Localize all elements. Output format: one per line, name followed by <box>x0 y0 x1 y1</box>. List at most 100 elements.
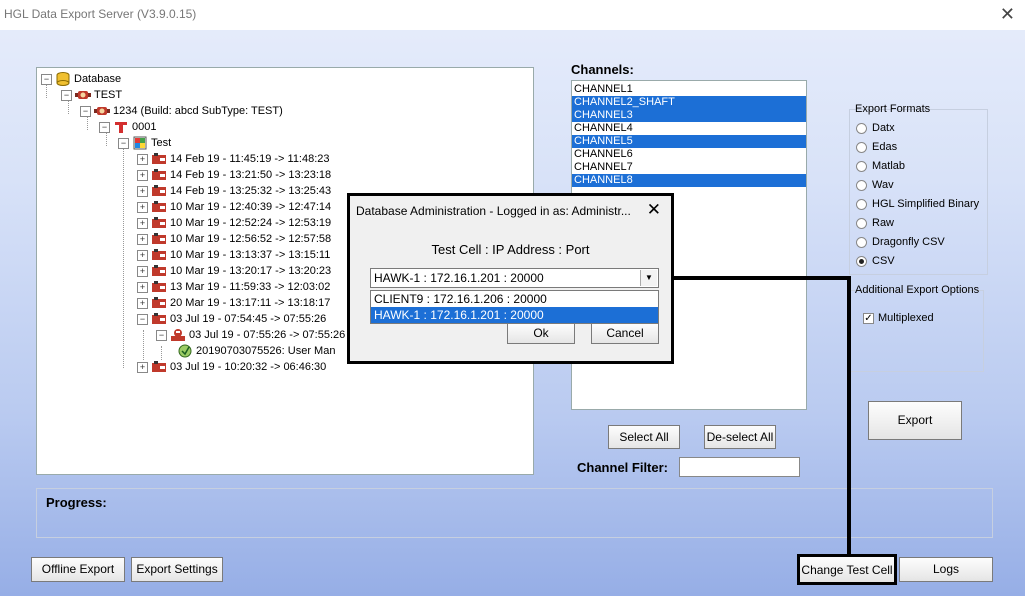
channel-item[interactable]: CHANNEL4 <box>572 122 806 135</box>
radio-icon <box>856 198 867 210</box>
tree-node-run[interactable]: +10 Mar 19 - 12:40:39 -> 12:47:14 <box>137 199 331 215</box>
tree-node-run[interactable]: +10 Mar 19 - 12:56:52 -> 12:57:58 <box>137 231 331 247</box>
tree-node-lastrun[interactable]: +03 Jul 19 - 10:20:32 -> 06:46:30 <box>137 359 326 375</box>
tree-node-unit[interactable]: − 0001 <box>99 119 156 135</box>
offline-export-button[interactable]: Offline Export <box>31 557 125 582</box>
test-cell-combo[interactable]: HAWK-1 : 172.16.1.201 : 20000 ▼ <box>370 268 659 288</box>
format-radio[interactable]: Matlab <box>856 159 905 173</box>
run-icon <box>151 184 167 198</box>
channel-item[interactable]: CHANNEL8 <box>572 174 806 187</box>
expand-icon[interactable]: + <box>137 281 148 293</box>
dropdown-option[interactable]: CLIENT9 : 172.16.1.206 : 20000 <box>371 291 658 307</box>
tree-label: 1234 (Build: abcd SubType: TEST) <box>113 105 283 117</box>
channel-item[interactable]: CHANNEL6 <box>572 148 806 161</box>
expand-icon[interactable]: + <box>137 217 148 229</box>
run-icon <box>151 232 167 246</box>
collapse-icon[interactable]: − <box>156 329 167 341</box>
multiplexed-label: Multiplexed <box>878 312 934 324</box>
radio-icon <box>856 141 867 153</box>
format-radio[interactable]: Edas <box>856 140 897 154</box>
tree-label: 14 Feb 19 - 13:25:32 -> 13:25:43 <box>170 185 332 197</box>
export-button[interactable]: Export <box>868 401 962 440</box>
combo-value: HAWK-1 : 172.16.1.201 : 20000 <box>374 271 544 285</box>
close-icon[interactable]: ✕ <box>647 200 661 220</box>
tree-label: 14 Feb 19 - 11:45:19 -> 11:48:23 <box>170 153 330 165</box>
test-icon <box>132 136 148 150</box>
format-radio[interactable]: HGL Simplified Binary <box>856 197 979 211</box>
collapse-icon[interactable]: − <box>61 89 72 101</box>
expand-icon[interactable]: + <box>137 265 148 277</box>
channel-item[interactable]: CHANNEL7 <box>572 161 806 174</box>
format-radio[interactable]: CSV <box>856 254 895 268</box>
run-icon <box>170 328 186 342</box>
tree-line <box>143 330 144 360</box>
collapse-icon[interactable]: − <box>137 313 148 325</box>
channels-label: Channels: <box>571 62 634 77</box>
cancel-button[interactable]: Cancel <box>591 323 659 344</box>
tree-node-run[interactable]: +14 Feb 19 - 13:25:32 -> 13:25:43 <box>137 183 331 199</box>
run-icon <box>151 168 167 182</box>
engine-icon <box>94 104 110 118</box>
format-radio[interactable]: Datx <box>856 121 895 135</box>
expand-icon[interactable]: + <box>137 201 148 213</box>
tree-node-test[interactable]: − TEST <box>61 87 122 103</box>
tree-node-run[interactable]: +14 Feb 19 - 13:21:50 -> 13:23:18 <box>137 167 331 183</box>
tree-label: 10 Mar 19 - 12:52:24 -> 12:53:19 <box>170 217 332 229</box>
tree-label: 14 Feb 19 - 13:21:50 -> 13:23:18 <box>170 169 332 181</box>
collapse-icon[interactable]: − <box>80 105 91 117</box>
format-radio[interactable]: Wav <box>856 178 894 192</box>
database-admin-dialog: Database Administration - Logged in as: … <box>347 193 674 364</box>
dialog-heading: Test Cell : IP Address : Port <box>431 242 590 257</box>
close-icon[interactable]: ✕ <box>1000 4 1015 25</box>
format-label: Wav <box>872 179 894 191</box>
format-label: Matlab <box>872 160 906 172</box>
radio-icon <box>856 179 867 191</box>
expand-icon[interactable]: + <box>137 153 148 165</box>
tree-label: 03 Jul 19 - 07:54:45 -> 07:55:26 <box>170 313 327 325</box>
tree-node-database[interactable]: − Database <box>41 71 121 87</box>
select-all-button[interactable]: Select All <box>608 425 680 449</box>
expand-icon[interactable]: + <box>137 297 148 309</box>
tree-node-run[interactable]: +10 Mar 19 - 12:52:24 -> 12:53:19 <box>137 215 331 231</box>
expand-icon[interactable]: + <box>137 233 148 245</box>
change-test-cell-button[interactable]: Change Test Cell <box>797 554 897 585</box>
channel-item[interactable]: CHANNEL5 <box>572 135 806 148</box>
tree-node-testgroup[interactable]: − Test <box>118 135 171 151</box>
expand-icon[interactable]: + <box>137 361 148 373</box>
tree-node-run[interactable]: − 03 Jul 19 - 07:54:45 -> 07:55:26 <box>137 311 326 327</box>
format-radio[interactable]: Dragonfly CSV <box>856 235 945 249</box>
collapse-icon[interactable]: − <box>118 137 129 149</box>
export-settings-button[interactable]: Export Settings <box>131 557 223 582</box>
radio-icon <box>856 255 867 267</box>
tree-node-run[interactable]: +14 Feb 19 - 11:45:19 -> 11:48:23 <box>137 151 330 167</box>
channel-item[interactable]: CHANNEL1 <box>572 83 806 96</box>
tree-label: 0001 <box>132 121 157 133</box>
expand-icon[interactable]: + <box>137 185 148 197</box>
run-icon <box>151 280 167 294</box>
tree-node-build[interactable]: − 1234 (Build: abcd SubType: TEST) <box>80 103 283 119</box>
format-label: Dragonfly CSV <box>872 236 945 248</box>
expand-icon[interactable]: + <box>137 169 148 181</box>
tree-node-run[interactable]: +13 Mar 19 - 11:59:33 -> 12:03:02 <box>137 279 330 295</box>
tree-node-run[interactable]: +10 Mar 19 - 13:20:17 -> 13:20:23 <box>137 263 331 279</box>
format-radio[interactable]: Raw <box>856 216 894 230</box>
collapse-icon[interactable]: − <box>41 73 52 85</box>
test-cell-dropdown[interactable]: CLIENT9 : 172.16.1.206 : 20000 HAWK-1 : … <box>370 290 659 324</box>
tree-node-run[interactable]: +20 Mar 19 - 13:17:11 -> 13:18:17 <box>137 295 330 311</box>
tree-node-run[interactable]: +10 Mar 19 - 13:13:37 -> 13:15:11 <box>137 247 330 263</box>
logs-button[interactable]: Logs <box>899 557 993 582</box>
expand-icon[interactable]: + <box>137 249 148 261</box>
channel-filter-input[interactable] <box>679 457 800 477</box>
multiplexed-checkbox[interactable]: ✓ Multiplexed <box>863 311 934 325</box>
highlight-connector <box>847 276 851 554</box>
channel-item[interactable]: CHANNEL2_SHAFT <box>572 96 806 109</box>
deselect-all-button[interactable]: De-select All <box>704 425 776 449</box>
collapse-icon[interactable]: − <box>99 121 110 133</box>
chevron-down-icon[interactable]: ▼ <box>640 270 657 286</box>
tree-node-leaf[interactable]: 20190703075526: User Man <box>177 343 335 359</box>
ok-button[interactable]: Ok <box>507 323 575 344</box>
tree-label: 03 Jul 19 - 10:20:32 -> 06:46:30 <box>170 361 327 373</box>
tree-node-subrun[interactable]: − 03 Jul 19 - 07:55:26 -> 07:55:26 <box>156 327 345 343</box>
dropdown-option[interactable]: HAWK-1 : 172.16.1.201 : 20000 <box>371 307 658 323</box>
channel-item[interactable]: CHANNEL3 <box>572 109 806 122</box>
